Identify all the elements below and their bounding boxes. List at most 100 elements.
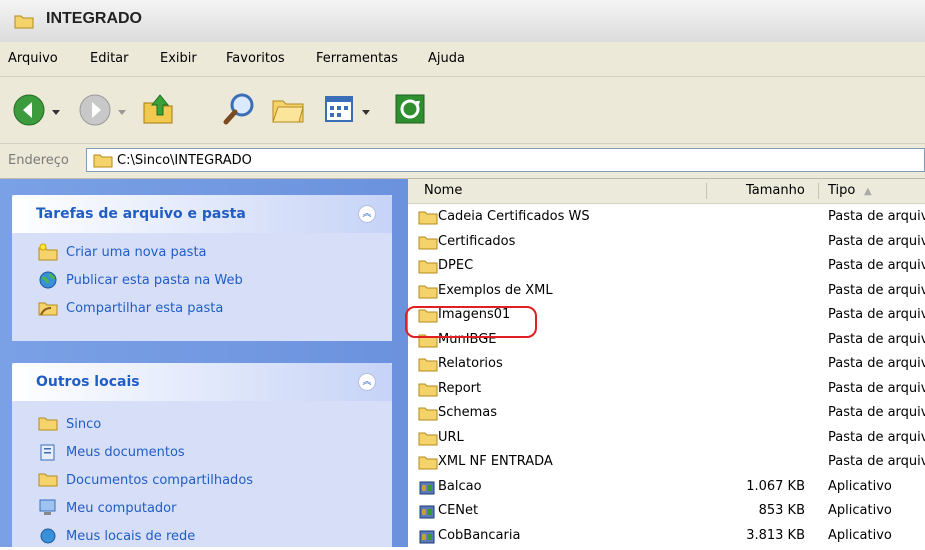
table-row[interactable]: URL Pasta de arquivos (408, 426, 925, 450)
table-row[interactable]: Imagens01 Pasta de arquivos (408, 303, 925, 327)
computer-icon (38, 499, 58, 521)
file-name: MunIBGE (438, 331, 497, 347)
table-row[interactable]: XML NF ENTRADA Pasta de arquivos (408, 450, 925, 474)
address-input[interactable]: C:\Sinco\INTEGRADO (86, 148, 925, 172)
menu-editar[interactable]: Editar (90, 51, 129, 66)
file-type: Aplicativo (828, 527, 892, 543)
window-titlebar[interactable]: INTEGRADO (0, 0, 925, 43)
file-type: Pasta de arquivos (828, 454, 925, 469)
menu-bar: Arquivo Editar Exibir Favoritos Ferramen… (0, 42, 925, 77)
file-size: 3.813 KB (746, 527, 805, 543)
file-name: Cadeia Certificados WS (438, 209, 590, 224)
folder-up-icon[interactable] (140, 91, 176, 131)
network-icon (38, 527, 58, 549)
collapse-icon[interactable]: ︽ (358, 373, 376, 391)
table-row[interactable]: DPEC Pasta de arquivos (408, 254, 925, 278)
column-type[interactable]: Tipo (828, 183, 855, 198)
folder-icon (418, 234, 438, 254)
folder-icon (418, 258, 438, 278)
chevron-down-icon[interactable] (118, 105, 126, 120)
table-row[interactable]: Relatorios Pasta de arquivos (408, 352, 925, 376)
menu-ferramentas[interactable]: Ferramentas (316, 51, 398, 66)
file-size: 853 KB (758, 503, 805, 518)
file-type: Pasta de arquivos (828, 209, 925, 224)
file-name: Exemplos de XML (438, 282, 553, 298)
table-row[interactable]: Cadeia Certificados WS Pasta de arquivos (408, 205, 925, 229)
address-path: C:\Sinco\INTEGRADO (117, 153, 252, 168)
app-icon (418, 479, 436, 501)
menu-exibir[interactable]: Exibir (160, 51, 197, 66)
folder-icon (418, 405, 438, 425)
column-header: Nome Tamanho Tipo ▲ (408, 179, 925, 204)
folder-icon (418, 283, 438, 303)
folder-icon (418, 332, 438, 352)
app-icon (418, 528, 436, 550)
table-row[interactable]: Schemas Pasta de arquivos (408, 401, 925, 425)
folders-icon[interactable] (270, 91, 306, 131)
file-type: Pasta de arquivos (828, 282, 925, 298)
file-type: Pasta de arquivos (828, 429, 925, 445)
place-label: Documentos compartilhados (66, 473, 254, 488)
file-name: Relatorios (438, 356, 503, 371)
panel-title: Tarefas de arquivo e pasta (36, 206, 246, 222)
file-name: XML NF ENTRADA (438, 454, 553, 469)
table-row[interactable]: CobBancaria 3.813 KB Aplicativo (408, 524, 925, 548)
file-type: Pasta de arquivos (828, 405, 925, 420)
collapse-icon[interactable]: ︽ (358, 205, 376, 223)
folder-icon (418, 209, 438, 229)
menu-ajuda[interactable]: Ajuda (428, 51, 465, 66)
folder-icon (418, 454, 438, 474)
views-icon[interactable] (322, 91, 358, 131)
table-row[interactable]: Balcao 1.067 KB Aplicativo (408, 475, 925, 499)
file-name: URL (438, 429, 464, 445)
file-tasks-panel: Tarefas de arquivo e pasta ︽ (12, 195, 392, 341)
folder-icon (418, 356, 438, 376)
folder-icon (418, 430, 438, 450)
new-folder-icon (38, 243, 58, 265)
column-size[interactable]: Tamanho (746, 183, 805, 198)
shared-folder-icon (38, 299, 58, 321)
file-type: Pasta de arquivos (828, 356, 925, 371)
table-row[interactable]: Exemplos de XML Pasta de arquivos (408, 279, 925, 303)
place-label: Meus locais de rede (66, 529, 196, 544)
table-row[interactable]: Report Pasta de arquivos (408, 377, 925, 401)
panel-header[interactable]: Outros locais ︽ (12, 363, 392, 401)
forward-icon[interactable] (78, 93, 112, 131)
file-name: Report (438, 380, 482, 396)
back-icon[interactable] (12, 93, 46, 131)
chevron-down-icon[interactable] (52, 105, 60, 120)
toolbar (0, 77, 925, 144)
place-label: Meus documentos (66, 445, 185, 460)
folder-icon (418, 381, 438, 401)
panel-title: Outros locais (36, 374, 140, 390)
menu-arquivo[interactable]: Arquivo (8, 51, 58, 66)
folder-icon (38, 415, 58, 435)
file-name: Certificados (438, 233, 516, 249)
panel-header[interactable]: Tarefas de arquivo e pasta ︽ (12, 195, 392, 233)
task-label: Publicar esta pasta na Web (66, 273, 243, 288)
file-type: Pasta de arquivos (828, 380, 925, 396)
globe-icon (38, 271, 58, 293)
sync-icon[interactable] (392, 91, 428, 131)
file-name: CENet (438, 503, 479, 518)
file-name: Balcao (438, 478, 482, 494)
file-type: Pasta de arquivos (828, 258, 925, 273)
file-type: Aplicativo (828, 478, 892, 494)
file-type: Pasta de arquivos (828, 233, 925, 249)
table-row[interactable]: Certificados Pasta de arquivos (408, 230, 925, 254)
table-row[interactable]: MunIBGE Pasta de arquivos (408, 328, 925, 352)
table-row[interactable]: CENet 853 KB Aplicativo (408, 499, 925, 523)
file-type: Pasta de arquivos (828, 331, 925, 347)
search-icon[interactable] (222, 91, 258, 131)
place-label: Meu computador (66, 501, 177, 516)
folder-icon (418, 307, 438, 327)
menu-favoritos[interactable]: Favoritos (226, 51, 285, 66)
task-label: Compartilhar esta pasta (66, 301, 224, 316)
file-type: Aplicativo (828, 503, 892, 518)
file-name: Imagens01 (438, 307, 511, 322)
folder-icon (38, 471, 58, 491)
folder-icon (14, 13, 34, 33)
column-name[interactable]: Nome (424, 183, 462, 198)
window-title: INTEGRADO (46, 10, 142, 27)
chevron-down-icon[interactable] (362, 105, 370, 120)
